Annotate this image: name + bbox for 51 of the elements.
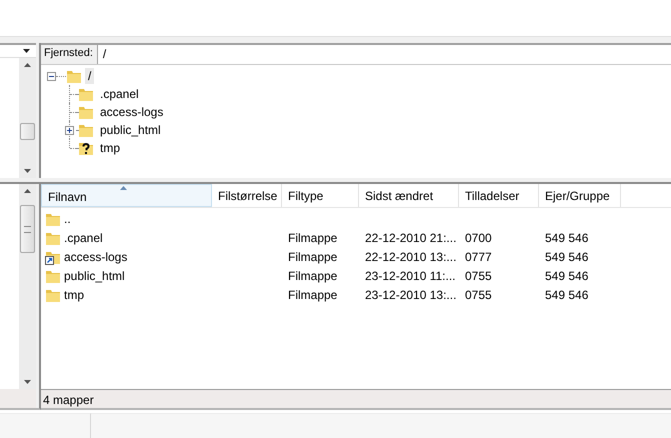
file-name[interactable]: public_html — [64, 268, 125, 282]
file-name[interactable]: .. — [64, 212, 71, 226]
table-cell: Filmappe — [288, 288, 338, 302]
status-text: 4 mapper — [43, 393, 94, 407]
expand-icon[interactable] — [65, 126, 74, 134]
table-cell: 549 546 — [545, 268, 588, 282]
unknown-folder-icon — [78, 140, 94, 156]
scroll-thumb[interactable] — [20, 205, 35, 253]
folder-icon — [78, 122, 94, 138]
tree-item[interactable]: public_html — [97, 122, 164, 138]
table-cell: 23-12-2010 11:... — [365, 268, 456, 282]
folder-icon — [78, 86, 94, 102]
scroll-down-icon[interactable] — [24, 169, 31, 173]
tree-item[interactable]: access-logs — [97, 104, 166, 120]
table-cell: 549 546 — [545, 250, 588, 264]
scroll-up-icon[interactable] — [24, 63, 31, 67]
tree-item[interactable]: tmp — [97, 140, 124, 156]
column-header[interactable]: Filtype — [282, 184, 359, 207]
table-cell: 549 546 — [545, 230, 588, 244]
table-cell: 0755 — [465, 268, 492, 282]
table-cell: 0777 — [465, 250, 492, 264]
scroll-up-icon[interactable] — [24, 189, 31, 193]
table-cell: Filmappe — [288, 268, 338, 282]
vertical-scrollbar[interactable] — [19, 58, 36, 178]
folder-icon — [78, 104, 94, 120]
table-cell: 22-12-2010 21:... — [365, 230, 456, 244]
collapse-icon[interactable] — [47, 72, 56, 80]
vertical-scrollbar[interactable] — [19, 184, 36, 389]
table-cell: 549 546 — [545, 288, 588, 302]
remote-site-label: Fjernsted: — [41, 45, 98, 64]
column-header[interactable]: Sidst ændret — [359, 184, 459, 207]
column-header[interactable]: Filnavn — [41, 184, 212, 207]
table-cell: 0755 — [465, 288, 492, 302]
table-cell: 0700 — [465, 230, 492, 244]
tree-item[interactable]: / — [85, 68, 94, 84]
folder-icon — [66, 68, 82, 84]
scroll-thumb[interactable] — [20, 123, 35, 140]
file-name[interactable]: tmp — [64, 288, 84, 302]
sort-ascending-icon — [120, 186, 127, 190]
column-header[interactable]: Tilladelser — [459, 184, 539, 207]
table-cell: 23-12-2010 13:... — [365, 288, 456, 302]
column-header[interactable]: Ejer/Gruppe — [539, 184, 621, 207]
tree-item[interactable]: .cpanel — [97, 86, 142, 102]
file-name[interactable]: .cpanel — [64, 230, 103, 244]
caret-icon — [23, 49, 30, 53]
column-header[interactable]: Filstørrelse — [212, 184, 282, 207]
table-cell: 22-12-2010 13:... — [365, 250, 456, 264]
file-name[interactable]: access-logs — [64, 250, 128, 264]
scroll-down-icon[interactable] — [24, 380, 31, 384]
table-cell: Filmappe — [288, 250, 338, 264]
table-cell: Filmappe — [288, 230, 338, 244]
